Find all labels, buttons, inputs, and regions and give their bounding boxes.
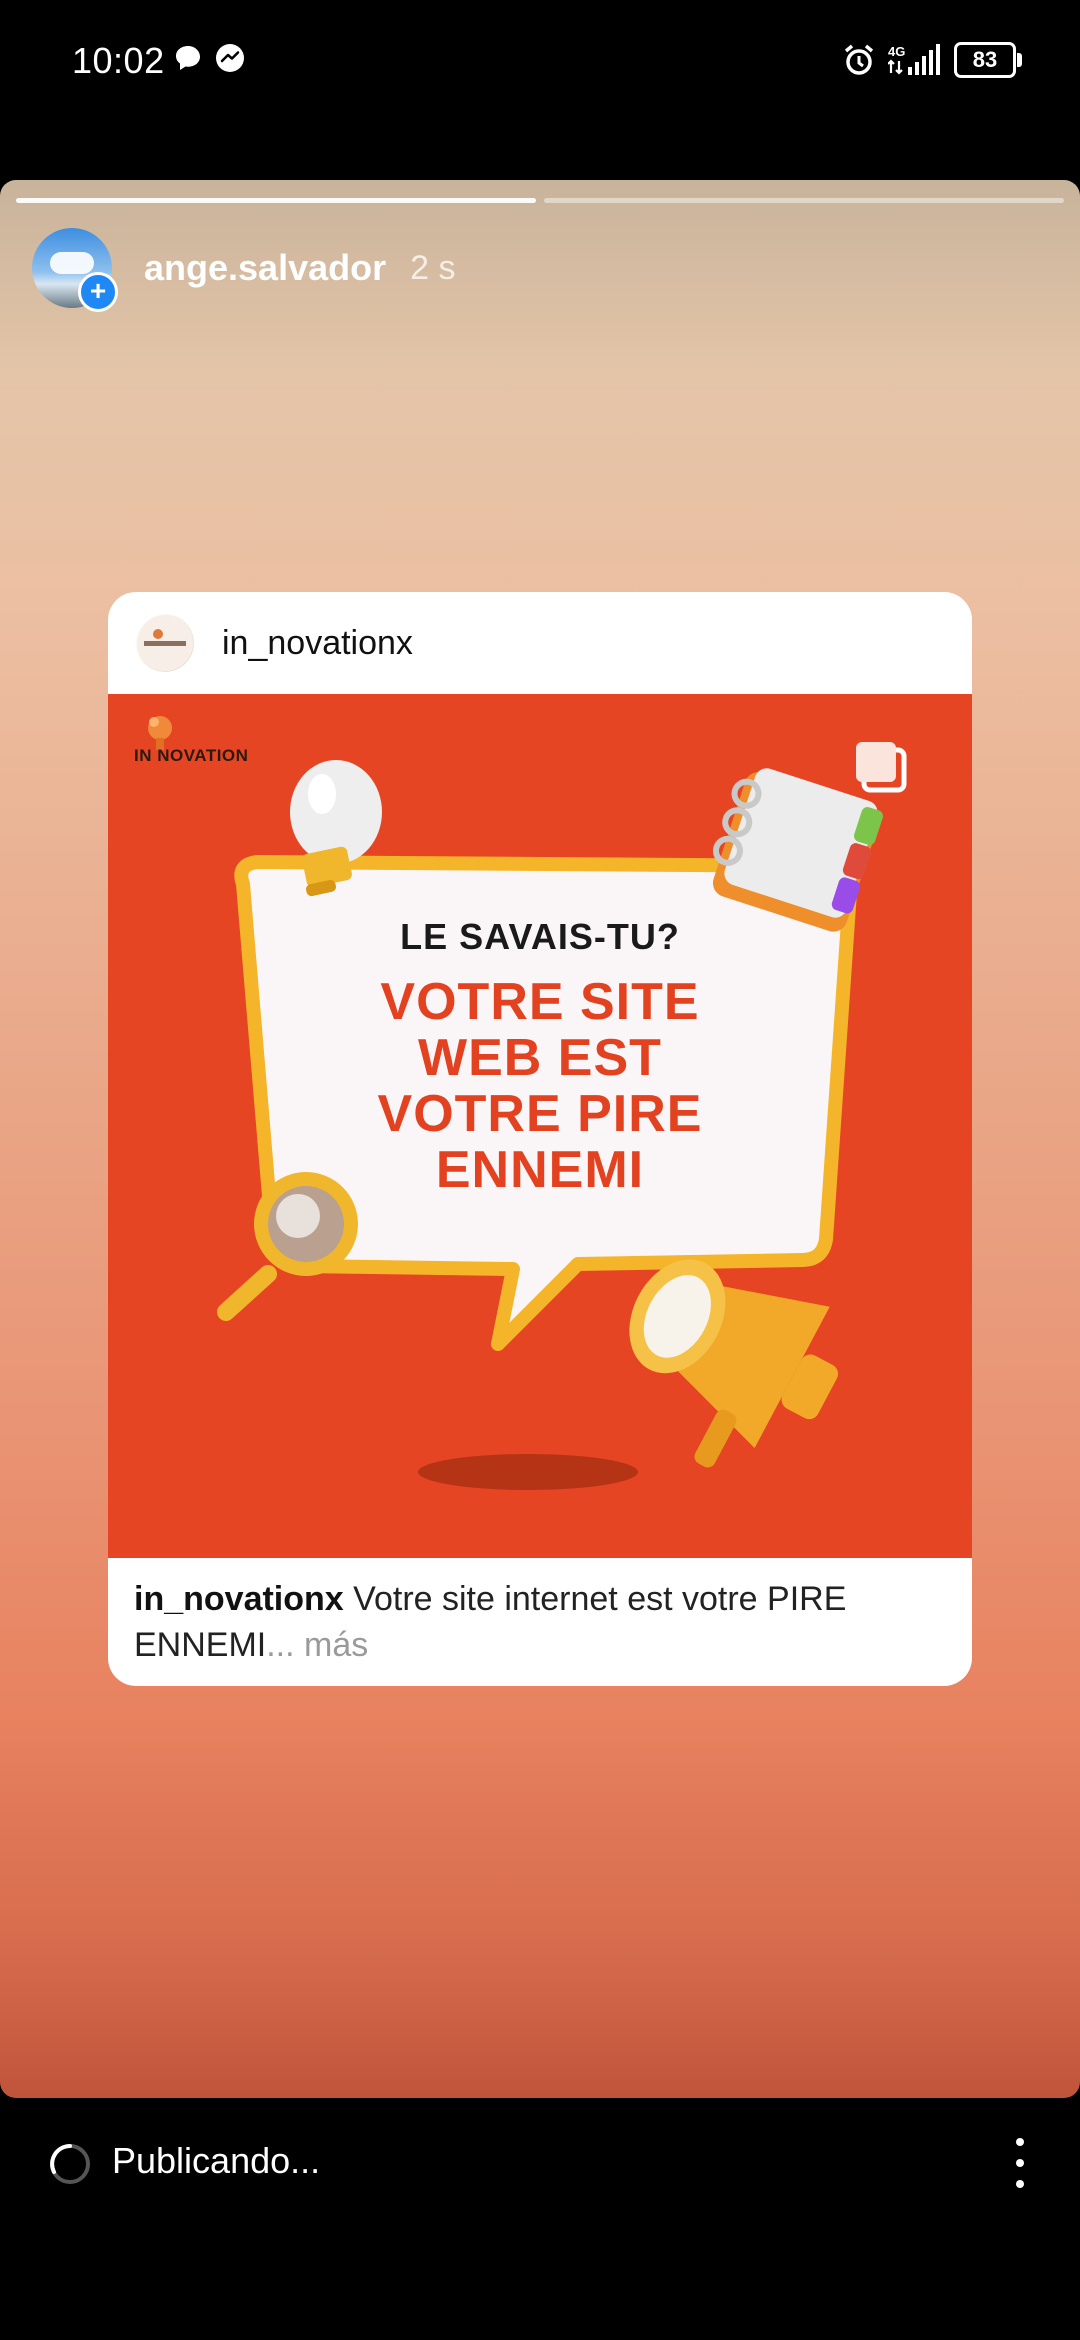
innovation-brand-logo (148, 716, 172, 750)
multiple-posts-icon (856, 742, 907, 793)
alarm-icon (844, 44, 874, 75)
publishing-status: Publicando... (112, 2140, 321, 2181)
post-headline-2: WEB EST (418, 1029, 662, 1087)
messenger-icon (216, 44, 244, 72)
post-headline-4: ENNEMI (435, 1141, 645, 1199)
status-time: 10:02 (72, 40, 165, 81)
shared-post-card[interactable]: in_novationx IN NOVATION LE SAVAIS-TU? V… (108, 592, 972, 1686)
caption-username[interactable]: in_novationx (134, 1580, 344, 1618)
progress-segment-2 (544, 198, 1064, 203)
post-headline-3: VOTRE PIRE (377, 1085, 703, 1143)
shared-post-caption[interactable]: in_novationx Votre site internet est vot… (108, 1558, 972, 1668)
4g-network-icon: 4G (888, 44, 940, 75)
avatar[interactable]: + (32, 228, 118, 312)
post-line1: LE SAVAIS-TU? (400, 916, 680, 957)
chat-bubble-icon (176, 46, 200, 70)
battery-icon: 83 (954, 42, 1022, 78)
story-username[interactable]: ange.salvador (144, 247, 386, 289)
loading-spinner-icon (50, 2144, 90, 2184)
post-brand-text: IN NOVATION (134, 746, 249, 765)
post-headline-1: VOTRE SITE (380, 973, 700, 1031)
shared-post-header[interactable]: in_novationx (108, 592, 972, 694)
shared-post-image[interactable]: IN NOVATION LE SAVAIS-TU? VOTRE SITE WEB… (108, 694, 972, 1558)
bottom-bar (0, 2098, 1080, 2340)
progress-segment-1 (16, 198, 536, 203)
story-progress-bar (16, 198, 1064, 203)
innovation-logo-icon (137, 615, 193, 671)
caption-more-link[interactable]: ... más (266, 1626, 368, 1664)
svg-text:4G: 4G (888, 44, 905, 59)
story-time-ago: 2 s (410, 248, 456, 287)
more-vertical-icon[interactable] (1000, 2138, 1040, 2188)
shared-post-username[interactable]: in_novationx (222, 624, 413, 663)
status-bar: 10:02 4G 83 (0, 0, 1080, 120)
shared-post-avatar[interactable] (136, 614, 194, 672)
story-header: + ange.salvador 2 s (32, 226, 456, 312)
story-viewer[interactable]: + ange.salvador 2 s in_novationx IN NOVA… (0, 180, 1080, 2098)
add-story-plus-icon[interactable]: + (78, 272, 118, 312)
status-right-icons: 4G 83 (842, 38, 1022, 82)
